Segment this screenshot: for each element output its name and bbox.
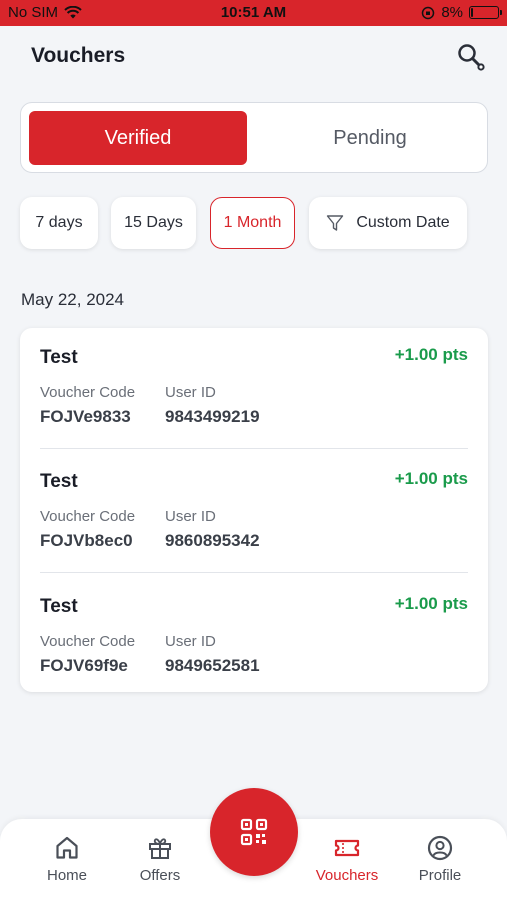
user-id: 9860895342 — [165, 531, 260, 550]
filter-custom-date[interactable]: Custom Date — [309, 197, 467, 249]
voucher-item[interactable]: Test +1.00 pts Voucher Code User ID FOJV… — [20, 328, 488, 452]
ticket-icon — [334, 839, 360, 857]
user-id-label: User ID — [165, 633, 216, 650]
nav-profile[interactable]: Profile — [400, 835, 480, 884]
nav-home[interactable]: Home — [27, 835, 107, 884]
voucher-title: Test — [40, 471, 78, 492]
orientation-lock-icon — [422, 6, 435, 19]
nav-offers[interactable]: Offers — [120, 835, 200, 884]
voucher-title: Test — [40, 347, 78, 368]
filter-15-days[interactable]: 15 Days — [111, 197, 196, 249]
status-segment-control: Verified Pending — [20, 102, 488, 173]
voucher-code-label: Voucher Code — [40, 508, 136, 525]
voucher-item[interactable]: Test +1.00 pts Voucher Code User ID FOJV… — [20, 577, 488, 701]
voucher-points: +1.00 pts — [394, 594, 468, 613]
voucher-points: +1.00 pts — [394, 345, 468, 364]
status-right: 8% — [421, 4, 502, 21]
user-id-label: User ID — [165, 384, 216, 401]
voucher-code: FOJVe9833 — [40, 407, 131, 426]
tab-pending[interactable]: Pending — [261, 111, 479, 165]
nav-vouchers[interactable]: Vouchers — [307, 835, 387, 884]
nav-profile-label: Profile — [418, 867, 462, 884]
search-button[interactable] — [455, 42, 489, 74]
user-id: 9849652581 — [165, 656, 260, 675]
voucher-code: FOJV69f9e — [40, 656, 128, 675]
battery-fill — [471, 8, 473, 17]
qr-scan-button[interactable] — [210, 788, 298, 876]
home-icon — [56, 836, 78, 859]
voucher-code-label: Voucher Code — [40, 633, 136, 650]
search-icon — [458, 44, 485, 71]
nav-offers-label: Offers — [139, 867, 181, 884]
date-heading: May 22, 2024 — [21, 290, 125, 309]
voucher-code: FOJVb8ec0 — [40, 531, 133, 550]
voucher-list-card: Test +1.00 pts Voucher Code User ID FOJV… — [20, 328, 488, 692]
page-title: Vouchers — [31, 44, 126, 67]
filter-custom-date-label: Custom Date — [356, 214, 450, 231]
divider — [40, 572, 468, 573]
filter-7-days[interactable]: 7 days — [20, 197, 98, 249]
battery-percent: 8% — [441, 4, 463, 21]
voucher-title: Test — [40, 596, 78, 617]
tab-verified[interactable]: Verified — [29, 111, 247, 165]
battery-icon — [469, 6, 502, 19]
status-bar: No SIM 10:51 AM 8% — [0, 0, 507, 26]
nav-home-label: Home — [46, 867, 87, 884]
filter-icon — [327, 215, 344, 231]
user-id: 9843499219 — [165, 407, 260, 426]
voucher-item[interactable]: Test +1.00 pts Voucher Code User ID FOJV… — [20, 452, 488, 576]
nav-vouchers-label: Vouchers — [315, 867, 379, 884]
voucher-code-label: Voucher Code — [40, 384, 136, 401]
divider — [40, 448, 468, 449]
filter-1-month[interactable]: 1 Month — [210, 197, 295, 249]
user-id-label: User ID — [165, 508, 216, 525]
qr-code-icon — [240, 818, 268, 846]
profile-icon — [427, 835, 453, 861]
gift-icon — [149, 838, 171, 859]
voucher-points: +1.00 pts — [394, 469, 468, 488]
